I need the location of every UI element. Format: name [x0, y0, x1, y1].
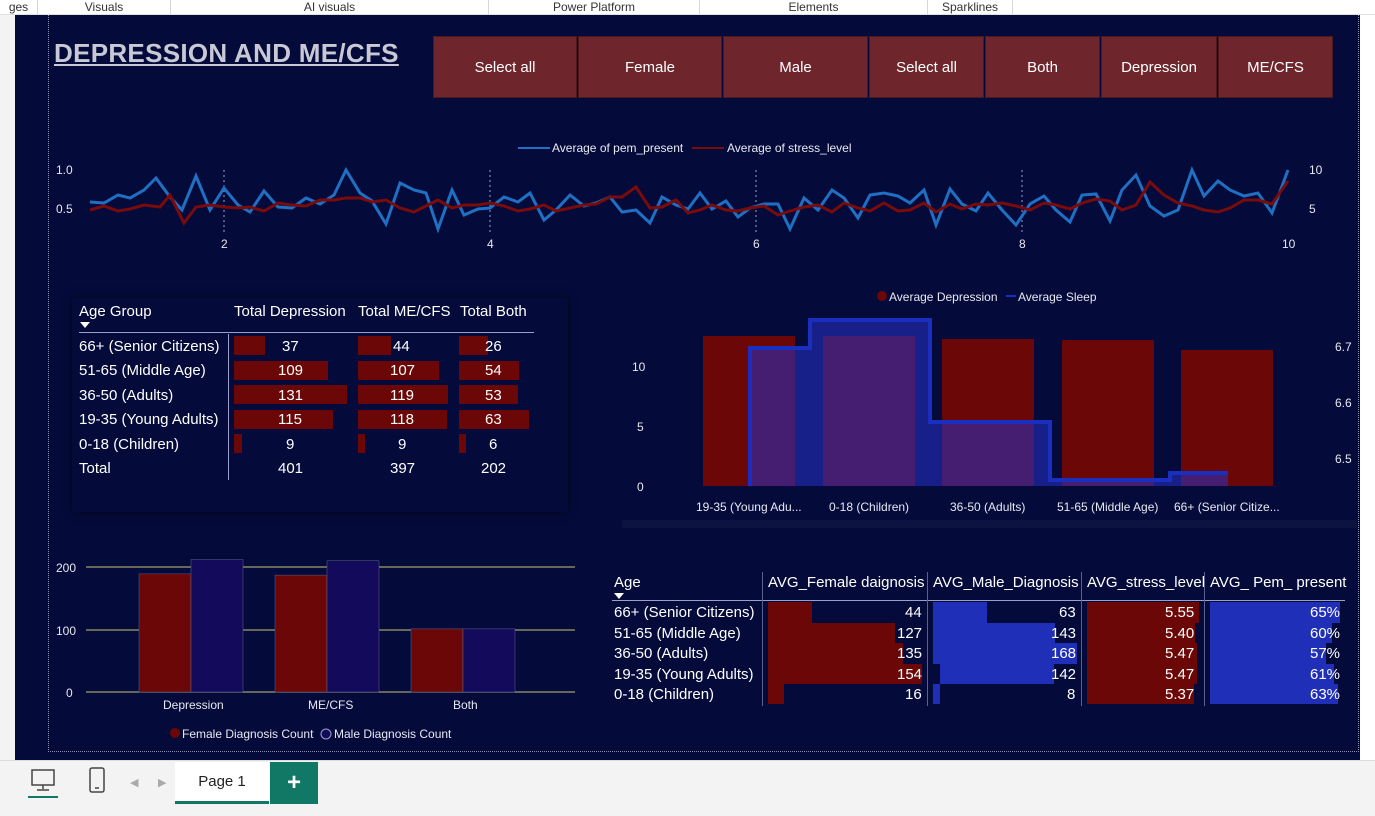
male-value: 142 [1051, 666, 1077, 683]
mobile-view-button[interactable] [84, 766, 110, 798]
age-label: 36-50 (Adults) [614, 645, 709, 662]
stress-value: 5.47 [1165, 645, 1195, 662]
legend-female-label: Female Diagnosis Count [182, 727, 314, 741]
add-page-button[interactable]: + [270, 762, 318, 804]
prev-page-arrow-icon[interactable]: ◀ [130, 776, 138, 789]
age-label: 0-18 (Children) [614, 686, 715, 703]
pem-value: 63% [1310, 686, 1341, 703]
stress-value: 5.37 [1165, 686, 1195, 703]
pem-value: 60% [1310, 625, 1341, 642]
stress-value: 5.40 [1165, 625, 1195, 642]
age-label: 66+ (Senior Citizens) [614, 604, 755, 621]
age-label: 51-65 (Middle Age) [614, 625, 741, 642]
male-value: 8 [1067, 686, 1076, 703]
pem-value: 65% [1310, 604, 1341, 621]
stress-value: 5.55 [1165, 604, 1195, 621]
legend-male-dot [320, 728, 332, 740]
desktop-view-button[interactable] [28, 766, 58, 798]
stress-value: 5.47 [1165, 666, 1195, 683]
next-page-arrow-icon[interactable]: ▶ [158, 776, 166, 789]
page-tab-page-1[interactable]: Page 1 [175, 762, 269, 804]
phone-icon [89, 767, 105, 793]
male-value: 143 [1051, 625, 1077, 642]
pem-value: 61% [1310, 666, 1341, 683]
age-label: 19-35 (Young Adults) [614, 666, 754, 683]
female-value: 127 [897, 625, 923, 642]
legend-male-label: Male Diagnosis Count [334, 727, 452, 741]
male-value: 168 [1051, 645, 1077, 662]
female-value: 135 [897, 645, 923, 662]
male-value: 63 [1059, 604, 1076, 621]
female-value: 16 [905, 686, 922, 703]
female-value: 154 [897, 666, 923, 683]
female-value: 44 [905, 604, 922, 621]
legend-female-dot [170, 728, 180, 738]
monitor-icon [31, 769, 55, 791]
pem-value: 57% [1310, 645, 1341, 662]
